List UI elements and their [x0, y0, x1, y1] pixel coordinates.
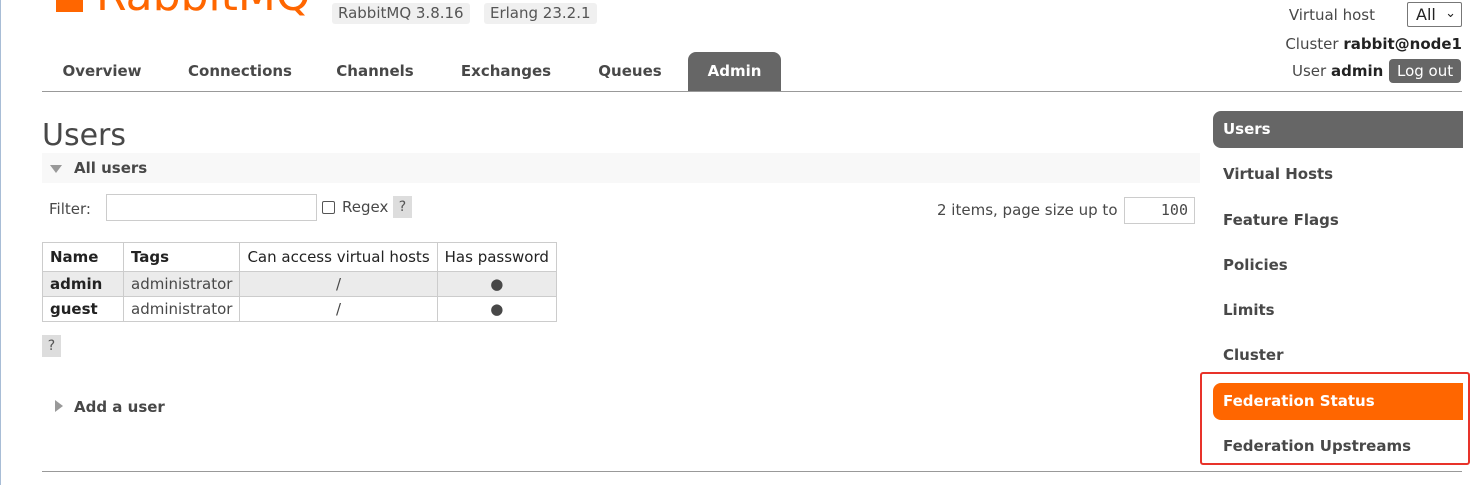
all-users-section-toggle[interactable]: All users: [42, 153, 1200, 183]
expand-triangle-icon: [55, 400, 63, 412]
sidebar-item-policies[interactable]: Policies: [1213, 247, 1463, 284]
user-tags-cell: administrator: [122, 271, 241, 297]
table-row[interactable]: guest administrator / ●: [42, 296, 557, 322]
user-info: User admin: [1292, 62, 1383, 80]
rabbitmq-version-badge: RabbitMQ 3.8.16: [332, 3, 470, 24]
paging-text: 2 items, page size up to: [937, 201, 1118, 219]
has-password-cell: ●: [436, 296, 557, 322]
chevron-down-icon: ⌄: [1445, 6, 1456, 21]
page-title: Users: [42, 118, 127, 153]
logout-button[interactable]: Log out: [1389, 59, 1462, 83]
logo-text: RabbitMQ: [96, 0, 311, 21]
annotation-highlight-box: [1200, 372, 1470, 465]
filter-label: Filter:: [49, 200, 91, 218]
sidebar-item-limits[interactable]: Limits: [1213, 292, 1463, 329]
table-row[interactable]: admin administrator / ●: [42, 271, 557, 297]
table-header-row: Name Tags Can access virtual hosts Has p…: [42, 242, 557, 272]
tab-overview[interactable]: Overview: [42, 52, 162, 91]
virtual-host-value: All: [1416, 5, 1436, 24]
add-user-section-toggle[interactable]: Add a user: [74, 398, 165, 416]
user-vhosts-cell: /: [239, 296, 438, 322]
tab-exchanges[interactable]: Exchanges: [442, 52, 570, 91]
window-left-border: [0, 0, 1, 485]
sidebar-item-users[interactable]: Users: [1213, 111, 1463, 148]
sidebar-item-cluster[interactable]: Cluster: [1213, 337, 1463, 374]
tab-queues[interactable]: Queues: [582, 52, 678, 91]
user-tags-cell: administrator: [122, 296, 241, 322]
regex-label: Regex: [342, 198, 389, 216]
tab-connections[interactable]: Connections: [169, 52, 311, 91]
regex-checkbox[interactable]: [322, 201, 335, 214]
tab-admin[interactable]: Admin: [688, 52, 781, 91]
user-vhosts-cell: /: [239, 271, 438, 297]
column-header-name[interactable]: Name: [42, 242, 124, 272]
column-header-tags[interactable]: Tags: [122, 242, 241, 272]
section-title: All users: [74, 159, 148, 177]
users-table: Name Tags Can access virtual hosts Has p…: [42, 242, 557, 322]
help-button[interactable]: ?: [393, 196, 412, 218]
page-size-input[interactable]: 100: [1124, 197, 1195, 224]
column-header-vhosts[interactable]: Can access virtual hosts: [239, 242, 438, 272]
collapse-triangle-icon: [50, 165, 62, 173]
tabs-divider: [42, 91, 1462, 92]
erlang-version-badge: Erlang 23.2.1: [484, 3, 597, 24]
footer-divider: [42, 471, 1462, 472]
user-label: User: [1292, 62, 1327, 80]
has-password-cell: ●: [436, 271, 557, 297]
cluster-name: rabbit@node1: [1343, 35, 1462, 53]
virtual-host-select[interactable]: All ⌄: [1407, 2, 1462, 27]
sidebar-item-virtual-hosts[interactable]: Virtual Hosts: [1213, 156, 1463, 193]
cluster-label: Cluster: [1285, 35, 1339, 53]
user-name-cell[interactable]: admin: [42, 271, 124, 297]
logo-icon: [56, 0, 83, 12]
user-name: admin: [1330, 62, 1384, 80]
filter-input[interactable]: [106, 194, 317, 221]
sidebar-item-feature-flags[interactable]: Feature Flags: [1213, 202, 1463, 239]
tab-channels[interactable]: Channels: [317, 52, 433, 91]
virtual-host-label: Virtual host: [1288, 6, 1375, 24]
cluster-info: Cluster rabbit@node1: [1285, 35, 1462, 53]
table-help-button[interactable]: ?: [42, 335, 61, 357]
user-name-cell[interactable]: guest: [42, 296, 124, 322]
column-header-has-password[interactable]: Has password: [436, 242, 557, 272]
